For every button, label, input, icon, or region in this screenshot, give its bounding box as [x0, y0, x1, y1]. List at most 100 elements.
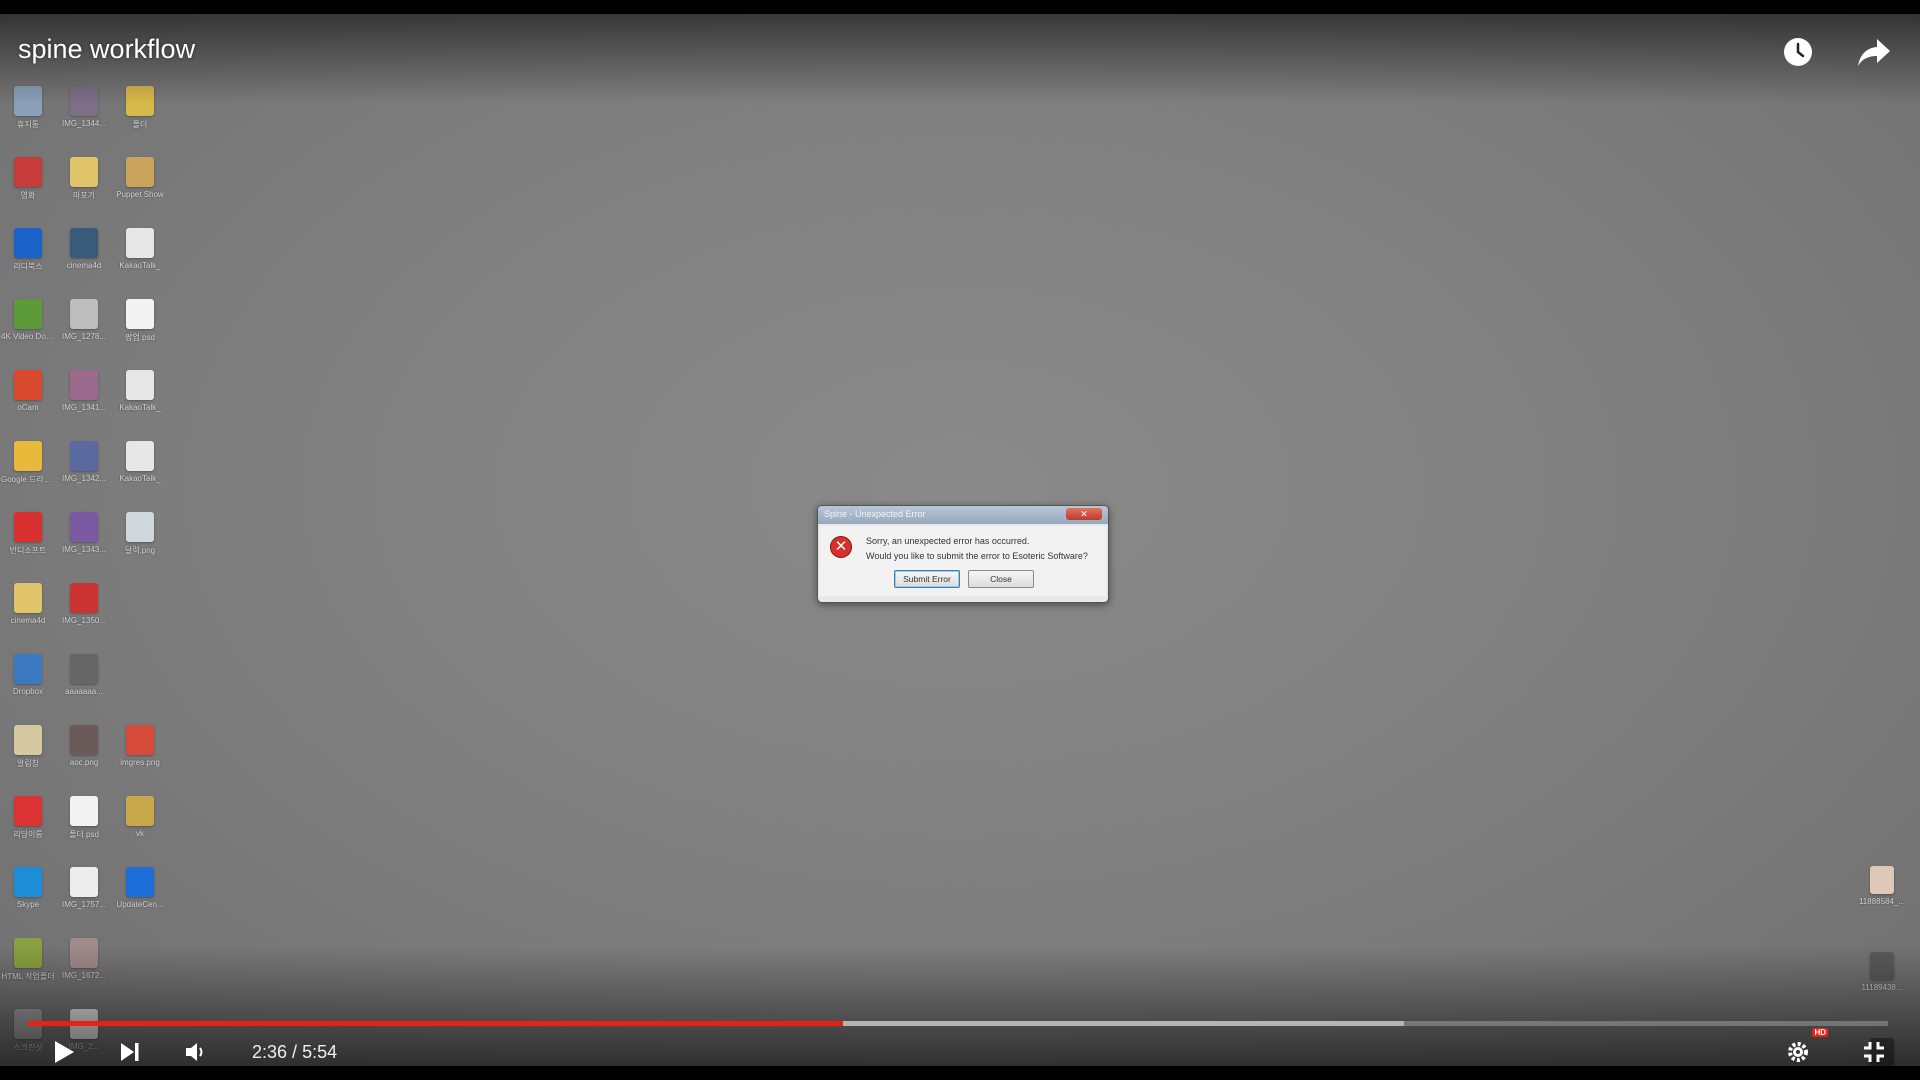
file-icon [1870, 866, 1894, 894]
desktop-icon-label: 마포기 [72, 191, 96, 200]
watch-later-icon[interactable] [1778, 32, 1818, 72]
file-icon [126, 299, 154, 329]
file-icon [126, 654, 154, 684]
file-icon [70, 583, 98, 613]
desktop-icon[interactable]: KakaoTalk_ [112, 435, 168, 506]
time-total: 5:54 [302, 1041, 338, 1062]
desktop-icon[interactable]: 마포기 [56, 151, 112, 222]
file-icon [126, 867, 154, 897]
error-icon: ✕ [830, 536, 852, 558]
desktop-icon[interactable]: cinema4d [0, 577, 56, 648]
desktop-icon[interactable]: 리딩이름 [0, 790, 56, 861]
desktop-icon[interactable]: 알림창 [0, 719, 56, 790]
dialog-body: ✕ Sorry, an unexpected error has occurre… [820, 526, 1106, 596]
file-icon [70, 370, 98, 400]
desktop-icon[interactable]: 영화 [0, 151, 56, 222]
desktop-icon[interactable]: IMG_1757... [56, 861, 112, 932]
next-icon[interactable] [110, 1032, 150, 1072]
desktop-icon[interactable]: KakaoTalk_ [112, 222, 168, 293]
desktop-icon[interactable]: Google 드라이브 [0, 435, 56, 506]
desktop-icon-label: imgres.png [120, 758, 160, 767]
close-button[interactable]: Close [968, 570, 1034, 588]
desktop-icon[interactable]: Puppet Show [112, 151, 168, 222]
desktop-icon[interactable]: Dropbox [0, 648, 56, 719]
desktop-icon[interactable]: 반디소프트 [0, 506, 56, 577]
file-icon [14, 867, 42, 897]
file-icon [126, 370, 154, 400]
desktop-icon[interactable]: aaaaaaa... [56, 648, 112, 719]
desktop-icon[interactable]: Skype [0, 861, 56, 932]
desktop-icon-label: Puppet Show [116, 190, 164, 199]
desktop-icon-label: cinema4d [66, 261, 102, 270]
desktop-icon[interactable]: IMG_1342... [56, 435, 112, 506]
settings-gear-icon[interactable]: HD [1778, 1028, 1828, 1072]
submit-error-button[interactable]: Submit Error [894, 570, 960, 588]
desktop-icon-label: IMG_1350... [61, 616, 107, 625]
desktop-icon-label: 팝업.psd [125, 333, 155, 342]
desktop-icon[interactable]: 11888584_... [1854, 860, 1910, 906]
desktop-icon[interactable]: vk [112, 790, 168, 861]
share-icon[interactable] [1854, 32, 1894, 72]
time-current: 2:36 [252, 1041, 288, 1062]
desktop-icon-label: IMG_1341... [61, 403, 107, 412]
file-icon [126, 157, 154, 187]
time-separator: / [287, 1041, 303, 1062]
desktop-icon-label: oCam [17, 403, 39, 412]
desktop-icon[interactable]: aoc.png [56, 719, 112, 790]
volume-icon[interactable] [176, 1032, 216, 1072]
desktop-icon[interactable]: oCam [0, 364, 56, 435]
desktop-icons-left: 휴지통 IMG_1344... 폴더영화 마포기 Puppet Show 리디북스 cine… [0, 80, 170, 1066]
desktop-icon[interactable]: 팝업.psd [112, 293, 168, 364]
desktop-icon[interactable]: 달력.png [112, 506, 168, 577]
video-title[interactable]: spine workflow [18, 34, 195, 65]
file-icon [14, 583, 42, 613]
desktop-icon[interactable]: IMG_1350... [56, 577, 112, 648]
file-icon [70, 654, 98, 684]
desktop-icon[interactable]: IMG_1278... [56, 293, 112, 364]
desktop-icon-label: Google 드라이브 [1, 475, 55, 484]
desktop-icon-label: IMG_1344... [61, 119, 107, 128]
desktop-icon-label: 휴지통 [16, 120, 40, 129]
desktop-icon-label: 알림창 [16, 759, 40, 768]
desktop-icon[interactable]: imgres.png [112, 719, 168, 790]
file-icon [126, 583, 154, 613]
desktop-icon[interactable] [112, 648, 168, 719]
file-icon [14, 370, 42, 400]
desktop-icon-label: 4K Video Downloader [1, 332, 55, 341]
desktop-icon[interactable]: IMG_1341... [56, 364, 112, 435]
top-gradient [0, 14, 1920, 104]
dialog-titlebar: Spine - Unexpected Error ✕ [818, 506, 1108, 524]
file-icon [70, 228, 98, 258]
progress-bar[interactable] [28, 1021, 1888, 1026]
exit-fullscreen-icon[interactable] [1854, 1032, 1894, 1072]
dialog-message-line1: Sorry, an unexpected error has occurred. [866, 536, 1030, 546]
desktop-icon[interactable]: KakaoTalk_ [112, 364, 168, 435]
desktop-icon[interactable]: UpdateCen... [112, 861, 168, 932]
desktop-icon[interactable]: 4K Video Downloader [0, 293, 56, 364]
desktop-icon-label: IMG_1342... [61, 474, 107, 483]
dialog-message: Sorry, an unexpected error has occurred.… [866, 534, 1088, 564]
file-icon [14, 654, 42, 684]
desktop-icon[interactable]: cinema4d [56, 222, 112, 293]
file-icon [14, 157, 42, 187]
video-frame[interactable]: 휴지통 IMG_1344... 폴더영화 마포기 Puppet Show 리디북스 cine… [0, 14, 1920, 1066]
play-icon[interactable] [44, 1032, 84, 1072]
file-icon [126, 725, 154, 755]
progress-played [28, 1021, 843, 1026]
file-icon [70, 512, 98, 542]
file-icon [70, 157, 98, 187]
desktop-icon[interactable]: 폴더.psd [56, 790, 112, 861]
desktop-icon-label: Dropbox [12, 687, 44, 696]
desktop-icon-label: 반디소프트 [9, 546, 47, 555]
file-icon [14, 441, 42, 471]
desktop-icon-label: 폴더 [132, 120, 148, 129]
desktop-icon[interactable]: IMG_1343... [56, 506, 112, 577]
desktop-icon-label: aaaaaaa... [65, 687, 103, 696]
desktop-icon-label: vk [136, 829, 144, 838]
file-icon [70, 299, 98, 329]
dialog-close-icon[interactable]: ✕ [1066, 508, 1102, 520]
file-icon [14, 725, 42, 755]
file-icon [14, 299, 42, 329]
desktop-icon[interactable]: 리디북스 [0, 222, 56, 293]
desktop-icon[interactable] [112, 577, 168, 648]
